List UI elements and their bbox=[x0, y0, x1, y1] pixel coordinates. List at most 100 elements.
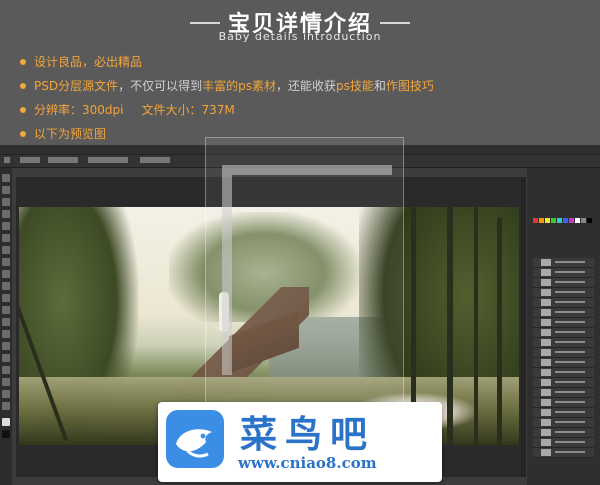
layer-thumbnail bbox=[541, 379, 551, 386]
watermark-brand: 菜鸟吧 bbox=[240, 412, 375, 456]
layer-name bbox=[555, 301, 585, 303]
pen-tool-icon bbox=[2, 342, 10, 350]
layer-row[interactable] bbox=[533, 288, 594, 298]
swatch-white[interactable] bbox=[575, 218, 580, 223]
layer-name bbox=[555, 271, 585, 273]
list-item-text: 和 bbox=[373, 79, 386, 93]
quick-select-tool-icon bbox=[2, 210, 10, 218]
brush-tool-icon bbox=[2, 258, 10, 266]
file-size-text: 文件大小：737M bbox=[141, 103, 235, 117]
canvas-scrollbar[interactable] bbox=[521, 177, 526, 477]
list-item-text: ，不仅可以得到 bbox=[118, 79, 203, 93]
layer-thumbnail bbox=[541, 319, 551, 326]
layer-name bbox=[555, 321, 585, 323]
layer-row[interactable] bbox=[533, 358, 594, 368]
list-item: PSD分层源文件，不仅可以得到丰富的ps素材，还能收获ps技能和作图技巧 bbox=[18, 74, 588, 98]
layer-name bbox=[555, 421, 585, 423]
layer-name bbox=[555, 341, 585, 343]
tree-trunk bbox=[447, 207, 453, 445]
list-item-text: 设计良品，必出精品 bbox=[34, 55, 143, 69]
swatch-blue[interactable] bbox=[563, 218, 568, 223]
layer-name bbox=[555, 351, 585, 353]
layer-row[interactable] bbox=[533, 258, 594, 268]
swatch-gray[interactable] bbox=[581, 218, 586, 223]
crop-tool-icon bbox=[2, 222, 10, 230]
layer-row[interactable] bbox=[533, 268, 594, 278]
marquee-tool-icon bbox=[2, 186, 10, 194]
watermark-url: www.cniao8.com bbox=[238, 454, 377, 472]
layer-row[interactable] bbox=[533, 418, 594, 428]
swatch-black[interactable] bbox=[587, 218, 592, 223]
layer-row[interactable] bbox=[533, 298, 594, 308]
layer-name bbox=[555, 391, 585, 393]
path-select-tool-icon bbox=[2, 366, 10, 374]
option-dropdown bbox=[48, 157, 78, 163]
layer-name bbox=[555, 291, 585, 293]
layer-thumbnail bbox=[541, 449, 551, 456]
layer-thumbnail bbox=[541, 399, 551, 406]
list-item-text: 丰富的ps素材 bbox=[202, 79, 276, 93]
eraser-tool-icon bbox=[2, 294, 10, 302]
layer-thumbnail bbox=[541, 299, 551, 306]
layer-row[interactable] bbox=[533, 338, 594, 348]
layers-panel bbox=[527, 168, 600, 485]
feature-list: 设计良品，必出精品 PSD分层源文件，不仅可以得到丰富的ps素材，还能收获ps技… bbox=[18, 50, 588, 146]
resolution-text: 分辨率：300dpi bbox=[34, 103, 124, 117]
layer-row[interactable] bbox=[533, 278, 594, 288]
layer-name bbox=[555, 311, 585, 313]
layer-row[interactable] bbox=[533, 308, 594, 318]
blur-tool-icon bbox=[2, 318, 10, 326]
swatch-orange[interactable] bbox=[539, 218, 544, 223]
layer-row[interactable] bbox=[533, 388, 594, 398]
layer-thumbnail bbox=[541, 329, 551, 336]
layer-row[interactable] bbox=[533, 328, 594, 338]
layer-thumbnail bbox=[541, 349, 551, 356]
swatch-magenta[interactable] bbox=[569, 218, 574, 223]
list-item-text: PSD分层源文件 bbox=[34, 79, 119, 93]
option-dropdown bbox=[88, 157, 128, 163]
layer-row[interactable] bbox=[533, 368, 594, 378]
bird-logo-icon bbox=[166, 410, 224, 468]
option-dropdown bbox=[20, 157, 40, 163]
layer-row[interactable] bbox=[533, 428, 594, 438]
bullet-dot-icon bbox=[20, 59, 26, 65]
layer-name bbox=[555, 431, 585, 433]
tree-trunk bbox=[497, 217, 502, 445]
tool-preset-icon bbox=[4, 157, 10, 163]
list-item-text: ，还能收获 bbox=[276, 79, 337, 93]
zoom-tool-icon bbox=[2, 402, 10, 410]
swatch-green[interactable] bbox=[551, 218, 556, 223]
layer-row[interactable] bbox=[533, 398, 594, 408]
swatch-yellow[interactable] bbox=[545, 218, 550, 223]
layer-name bbox=[555, 371, 585, 373]
swatch-cyan[interactable] bbox=[557, 218, 562, 223]
healing-tool-icon bbox=[2, 246, 10, 254]
layer-row[interactable] bbox=[533, 448, 594, 458]
layer-name bbox=[555, 411, 585, 413]
outline-frame bbox=[222, 165, 392, 375]
list-item-text: 作图技巧 bbox=[385, 79, 434, 93]
layer-thumbnail bbox=[541, 259, 551, 266]
swatch-red[interactable] bbox=[533, 218, 538, 223]
list-item: 分辨率：300dpi 文件大小：737M bbox=[18, 98, 588, 122]
list-item-text: 以下为预览图 bbox=[34, 127, 107, 141]
layer-thumbnail bbox=[541, 419, 551, 426]
layer-row[interactable] bbox=[533, 408, 594, 418]
detail-header: 宝贝详情介绍 Baby details introduction 设计良品，必出… bbox=[0, 0, 600, 145]
watermark-badge: 菜鸟吧 www.cniao8.com bbox=[158, 402, 442, 482]
layer-row[interactable] bbox=[533, 348, 594, 358]
layer-row[interactable] bbox=[533, 378, 594, 388]
dodge-tool-icon bbox=[2, 330, 10, 338]
bird-logo-icon-graphic bbox=[176, 429, 212, 458]
layer-row[interactable] bbox=[533, 438, 594, 448]
layer-thumbnail bbox=[541, 429, 551, 436]
layer-name bbox=[555, 281, 585, 283]
layer-row[interactable] bbox=[533, 318, 594, 328]
gradient-tool-icon bbox=[2, 306, 10, 314]
layer-thumbnail bbox=[541, 279, 551, 286]
tree-trunk bbox=[474, 207, 478, 445]
layer-thumbnail bbox=[541, 389, 551, 396]
lasso-tool-icon bbox=[2, 198, 10, 206]
tools-panel bbox=[0, 168, 12, 485]
option-dropdown bbox=[140, 157, 170, 163]
